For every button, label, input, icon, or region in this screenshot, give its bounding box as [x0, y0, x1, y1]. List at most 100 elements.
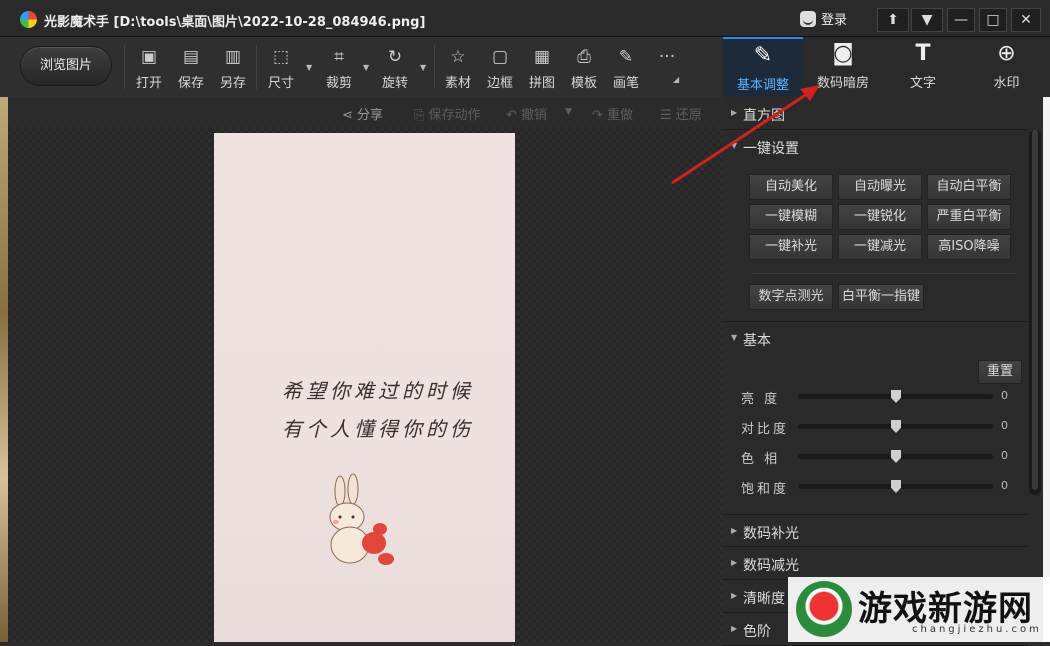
saturation-slider-thumb[interactable] — [891, 480, 901, 493]
watermark-text: 游戏新游网 — [858, 589, 1033, 629]
user-face-icon — [800, 10, 816, 27]
contrast-label: 对比度 — [741, 422, 790, 437]
grid-icon: ▦ — [533, 47, 551, 67]
title-bar: 光影魔术手 [D:\tools\桌面\图片\2022-10-28_084946.… — [0, 0, 1050, 37]
printer-icon: ⎙ — [577, 47, 591, 67]
border-icon: ▢ — [491, 47, 509, 67]
panel-divider — [753, 273, 1015, 274]
tab-watermark[interactable]: ⊕ 水印 — [963, 37, 1050, 97]
edited-photo: 希望你难过的时候 有个人懂得你的伤 — [214, 133, 515, 642]
panel-scrollbar[interactable] — [1029, 130, 1041, 495]
rotate-dropdown-icon[interactable]: ▼ — [420, 63, 426, 72]
more-button[interactable]: ··· — [650, 47, 684, 72]
auto-beautify-button[interactable]: 自动美化 — [749, 174, 833, 200]
window-title: 光影魔术手 [D:\tools\桌面\图片\2022-10-28_084946.… — [44, 15, 426, 30]
tab-digital-darkroom[interactable]: ◙ 数码暗房 — [803, 37, 883, 97]
one-key-fill-light-button[interactable]: 一键补光 — [749, 234, 833, 260]
hue-slider-thumb[interactable] — [891, 450, 901, 463]
star-icon: ☆ — [450, 47, 466, 67]
redo-icon: ↷ — [592, 108, 608, 123]
login-button[interactable]: 登录 — [800, 9, 847, 28]
panel-tabs: ✎ 基本调整 ◙ 数码暗房 T 文字 ⊕ 水印 — [723, 37, 1050, 97]
histogram-section[interactable]: ▶ 直方图 — [723, 97, 1028, 130]
undo-button[interactable]: ↶ 撤销 — [506, 104, 547, 123]
hue-slider[interactable] — [798, 450, 993, 463]
save-action-icon: ⎘ — [414, 108, 429, 123]
resize-dropdown-icon[interactable]: ▼ — [306, 63, 312, 72]
watermark-url: changjiezhu.com — [912, 624, 1042, 635]
contrast-slider[interactable] — [798, 420, 993, 433]
material-button[interactable]: ☆ 素材 — [441, 47, 475, 91]
restore-button[interactable]: ☰ 还原 — [660, 104, 702, 123]
add-watermark-icon: ⊕ — [997, 41, 1016, 66]
crop-dropdown-icon[interactable]: ▼ — [363, 63, 369, 72]
collage-button[interactable]: ▦ 拼图 — [525, 47, 559, 91]
auto-exposure-button[interactable]: 自动曝光 — [838, 174, 922, 200]
collapse-down-icon: ▼ — [731, 141, 738, 150]
undo-dropdown-icon[interactable]: ▼ — [565, 107, 572, 117]
skin-button[interactable]: ⬆ — [877, 8, 909, 32]
tab-basic-adjust[interactable]: ✎ 基本调整 — [723, 37, 803, 97]
fill-light-section[interactable]: ▶ 数码补光 — [723, 514, 1028, 547]
share-icon: ⋖ — [342, 108, 358, 123]
one-key-reduce-light-button[interactable]: 一键减光 — [838, 234, 922, 260]
share-button[interactable]: ⋖ 分享 — [342, 104, 383, 123]
save-as-button[interactable]: ▥ 另存 — [216, 47, 250, 91]
expand-right-icon: ▶ — [731, 108, 738, 117]
save-action-button[interactable]: ⎘ 保存动作 — [414, 104, 481, 123]
more-expand-icon[interactable]: ◢ — [673, 75, 679, 84]
basic-section[interactable]: ▼ 基本 — [723, 321, 1028, 354]
photo-text-line-1: 希望你难过的时候 — [282, 379, 474, 403]
resize-button[interactable]: ⬚ 尺寸 — [264, 47, 298, 91]
rotate-button[interactable]: ↻ 旋转 — [378, 47, 412, 91]
menu-button[interactable]: ▼ — [911, 8, 943, 32]
reset-button[interactable]: 重置 — [978, 360, 1022, 384]
auto-white-balance-button[interactable]: 自动白平衡 — [927, 174, 1011, 200]
save-icon: ▤ — [182, 47, 200, 67]
maximize-button[interactable]: □ — [979, 8, 1007, 32]
one-key-section[interactable]: ▼ 一键设置 — [723, 130, 1028, 163]
digital-metering-button[interactable]: 数字点测光 — [749, 284, 833, 310]
more-dots-icon: ··· — [658, 47, 676, 67]
close-button[interactable]: ✕ — [1011, 8, 1041, 32]
reduce-light-section[interactable]: ▶ 数码减光 — [723, 547, 1028, 580]
adjust-panel: ▶ 直方图 ▼ 一键设置 自动美化 自动曝光 自动白平衡 一键模糊 一键锐化 严重白… — [723, 97, 1043, 646]
camera-icon: ◙ — [832, 41, 854, 66]
open-image-icon: ▣ — [140, 47, 158, 67]
action-bar: ⋖ 分享 ⎘ 保存动作 ↶ 撤销 ▼ ↷ 重做 ☰ 还原 — [8, 97, 722, 127]
brightness-slider-thumb[interactable] — [891, 390, 901, 403]
severe-white-balance-button[interactable]: 严重白平衡 — [927, 204, 1011, 230]
bunny-illustration — [329, 473, 394, 565]
site-watermark: 游戏新游网 changjiezhu.com — [788, 577, 1050, 642]
one-key-sharpen-button[interactable]: 一键锐化 — [838, 204, 922, 230]
tab-text[interactable]: T 文字 — [883, 37, 963, 97]
restore-icon: ☰ — [660, 108, 676, 123]
expand-right-icon: ▶ — [731, 526, 738, 535]
text-t-icon: T — [915, 41, 931, 66]
one-key-blur-button[interactable]: 一键模糊 — [749, 204, 833, 230]
saturation-label: 饱和度 — [741, 482, 790, 497]
hue-label: 色 相 — [741, 452, 781, 467]
toolbar-divider — [434, 45, 435, 89]
high-iso-denoise-button[interactable]: 高ISO降噪 — [927, 234, 1011, 260]
border-button[interactable]: ▢ 边框 — [483, 47, 517, 91]
contrast-slider-thumb[interactable] — [891, 420, 901, 433]
app-logo-icon — [20, 11, 37, 28]
brush-button[interactable]: ✎ 画笔 — [609, 47, 643, 91]
expand-right-icon: ▶ — [731, 624, 738, 633]
open-button[interactable]: ▣ 打开 — [132, 47, 166, 91]
template-button[interactable]: ⎙ 模板 — [567, 47, 601, 91]
browse-images-button[interactable]: 浏览图片 — [20, 46, 112, 86]
white-balance-one-finger-button[interactable]: 白平衡一指键 — [838, 284, 924, 310]
saturation-value: 0 — [1001, 479, 1008, 492]
expand-right-icon: ▶ — [731, 558, 738, 567]
saturation-slider[interactable] — [798, 480, 993, 493]
brightness-slider[interactable] — [798, 390, 993, 403]
undo-icon: ↶ — [506, 108, 522, 123]
minimize-button[interactable]: — — [947, 8, 975, 32]
edit-square-icon: ✎ — [753, 43, 773, 68]
redo-button[interactable]: ↷ 重做 — [592, 104, 633, 123]
crop-button[interactable]: ⌗ 裁剪 — [322, 47, 356, 91]
photo-text-line-2: 有个人懂得你的伤 — [282, 417, 474, 441]
save-button[interactable]: ▤ 保存 — [174, 47, 208, 91]
